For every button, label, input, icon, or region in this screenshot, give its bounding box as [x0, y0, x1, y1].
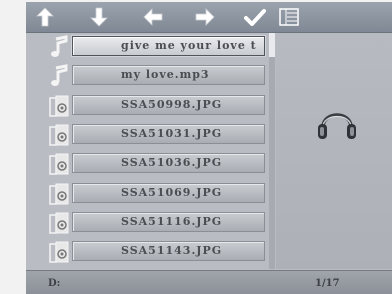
- right-arrow-icon[interactable]: [192, 5, 218, 29]
- list-item[interactable]: SSA51031.JPG: [26, 121, 272, 147]
- list-item[interactable]: SSA50998.JPG: [26, 92, 272, 118]
- file-name: SSA50998.JPG: [72, 95, 265, 115]
- list-item[interactable]: SSA51116.JPG: [26, 209, 272, 235]
- file-name: SSA51031.JPG: [72, 124, 265, 144]
- image-file-icon: [48, 182, 70, 206]
- list-item[interactable]: give me your love t: [26, 33, 272, 59]
- scrollbar[interactable]: [269, 33, 275, 269]
- music-note-icon: [48, 64, 70, 88]
- file-name: SSA51036.JPG: [72, 153, 265, 173]
- status-bar: D: 1/17: [26, 270, 392, 294]
- media-browser-screen: give me your love t my love.mp3 SSA50998…: [26, 2, 392, 294]
- up-arrow-icon[interactable]: [32, 5, 58, 29]
- file-name: give me your love t: [72, 36, 265, 56]
- left-arrow-icon[interactable]: [140, 5, 166, 29]
- list-menu-icon[interactable]: [276, 5, 302, 29]
- image-file-icon: [48, 240, 70, 264]
- preview-pane: [276, 33, 392, 269]
- image-file-icon: [48, 211, 70, 235]
- list-item[interactable]: SSA51036.JPG: [26, 150, 272, 176]
- list-item[interactable]: my love.mp3: [26, 62, 272, 88]
- down-arrow-icon[interactable]: [86, 5, 112, 29]
- scroll-thumb[interactable]: [269, 33, 275, 57]
- page-indicator: 1/17: [315, 278, 340, 289]
- checkmark-icon[interactable]: [242, 5, 268, 29]
- list-item[interactable]: SSA51143.JPG: [26, 238, 272, 264]
- toolbar: [26, 2, 392, 33]
- list-item[interactable]: SSA51069.JPG: [26, 180, 272, 206]
- file-name: SSA51143.JPG: [72, 241, 265, 261]
- image-file-icon: [48, 123, 70, 147]
- image-file-icon: [48, 94, 70, 118]
- headphones-icon: [318, 113, 356, 139]
- file-name: my love.mp3: [72, 65, 265, 85]
- music-note-icon: [48, 35, 70, 59]
- image-file-icon: [48, 152, 70, 176]
- drive-label: D:: [48, 278, 61, 289]
- file-name: SSA51116.JPG: [72, 212, 265, 232]
- file-name: SSA51069.JPG: [72, 183, 265, 203]
- file-list: give me your love t my love.mp3 SSA50998…: [26, 33, 272, 269]
